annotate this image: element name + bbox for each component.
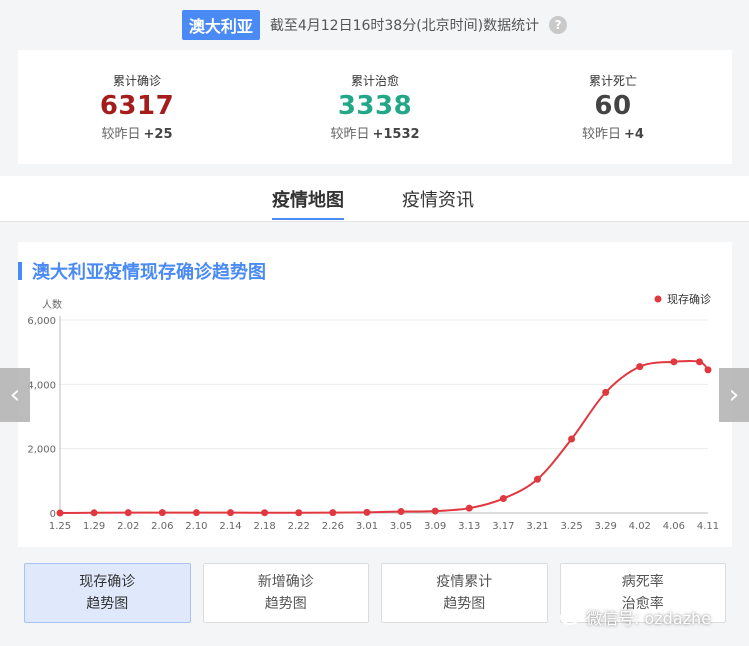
delta-label: 较昨日 [582, 127, 622, 142]
data-point [56, 509, 64, 517]
switch-existing-trend-button[interactable]: 现存确诊 趋势图 [24, 563, 191, 623]
switch-cumulative-trend-button[interactable]: 疫情累计 趋势图 [381, 563, 548, 623]
x-tick-label: 3.29 [595, 521, 617, 532]
data-point [124, 509, 132, 517]
x-tick-label: 2.22 [288, 521, 310, 532]
trend-chart: 0 2,000 4,000 6,000 人数 1.25 1.29 2.02 2.06 2.10 2.… [27, 292, 719, 532]
stat-confirmed: 累计确诊 6317 较昨日 +25 [18, 50, 256, 164]
update-time-text: 截至4月12日16时38分(北京时间)数据统计 [269, 18, 540, 34]
delta-value: +4 [624, 127, 644, 142]
stat-delta: 较昨日 +4 [582, 123, 644, 142]
data-point [329, 509, 337, 517]
x-tick-label: 2.18 [253, 521, 275, 532]
wechat-icon [560, 609, 580, 625]
switch-line1: 疫情累计 [436, 574, 493, 590]
y-tick-label: 0 [50, 509, 56, 520]
trend-chart-panel: 澳大利亚疫情现存确诊趋势图 0 2,000 4,000 6,000 人数 1.25 1.29… [18, 242, 732, 547]
y-tick-label: 6,000 [27, 316, 56, 327]
switch-line2: 趋势图 [86, 596, 129, 612]
data-point [261, 509, 269, 517]
tab-epidemic-map[interactable]: 疫情地图 [272, 186, 344, 220]
y-tick-label: 4,000 [27, 380, 56, 391]
x-tick-label: 4.02 [629, 521, 651, 532]
switch-line1: 现存确诊 [79, 574, 136, 590]
data-point [431, 507, 439, 515]
x-tick-label: 4.11 [697, 521, 719, 532]
stat-value: 60 [594, 91, 632, 121]
country-badge: 澳大利亚 [181, 10, 260, 40]
delta-value: +25 [143, 127, 173, 142]
x-tick-label: 4.06 [663, 521, 685, 532]
stat-delta: 较昨日 +1532 [330, 123, 419, 142]
data-point [465, 504, 473, 512]
x-tick-label: 3.13 [458, 521, 480, 532]
switch-line1: 病死率 [621, 574, 664, 590]
data-point [704, 366, 712, 374]
x-tick-label: 2.06 [151, 521, 173, 532]
legend-marker [654, 295, 662, 303]
switch-line2: 趋势图 [443, 596, 486, 612]
x-tick-label: 2.26 [322, 521, 344, 532]
stat-value: 3338 [337, 91, 413, 121]
data-point [499, 495, 507, 503]
wechat-watermark: 微信号: ozdazhe [560, 605, 711, 629]
x-tick-label: 3.25 [560, 521, 582, 532]
stat-label: 累计治愈 [350, 74, 399, 88]
stat-recovered: 累计治愈 3338 较昨日 +1532 [256, 50, 494, 164]
delta-label: 较昨日 [101, 127, 141, 142]
stat-deaths: 累计死亡 60 较昨日 +4 [494, 50, 732, 164]
x-tick-label: 1.29 [83, 521, 105, 532]
x-tick-label: 3.21 [526, 521, 548, 532]
tab-bar: 疫情地图 疫情资讯 [0, 176, 749, 222]
x-tick-label: 3.09 [424, 521, 446, 532]
x-tick-label: 2.10 [185, 521, 207, 532]
x-tick-label: 2.14 [219, 521, 241, 532]
data-point [636, 363, 644, 371]
chevron-right-icon[interactable]: › [719, 368, 749, 422]
header-bar: 澳大利亚 截至4月12日16时38分(北京时间)数据统计 ? [0, 0, 749, 50]
x-tick-label: 1.25 [49, 521, 71, 532]
data-point [568, 435, 576, 443]
stat-delta: 较昨日 +25 [102, 123, 173, 142]
data-point [295, 509, 303, 517]
stats-card: 累计确诊 6317 较昨日 +25 累计治愈 3338 较昨日 +1532 累计死亡… [18, 50, 732, 164]
data-point [227, 509, 235, 517]
help-icon[interactable]: ? [549, 16, 568, 34]
tab-epidemic-news[interactable]: 疫情资讯 [402, 186, 474, 218]
data-point [90, 509, 98, 517]
x-tick-label: 3.05 [390, 521, 412, 532]
data-point [192, 509, 200, 517]
y-axis-label: 人数 [42, 298, 62, 311]
switch-line1: 新增确诊 [257, 574, 314, 590]
data-point [533, 475, 541, 483]
data-point [158, 509, 166, 517]
data-point [397, 508, 405, 516]
stat-label: 累计死亡 [588, 74, 637, 88]
stat-label: 累计确诊 [112, 74, 161, 88]
delta-value: +1532 [372, 127, 420, 142]
x-tick-label: 3.01 [356, 521, 378, 532]
data-point [602, 388, 610, 396]
x-tick-label: 2.02 [117, 521, 139, 532]
y-tick-label: 2,000 [27, 445, 56, 456]
switch-new-trend-button[interactable]: 新增确诊 趋势图 [202, 563, 369, 623]
chevron-left-icon[interactable]: ‹ [0, 368, 30, 422]
stat-value: 6317 [99, 91, 175, 121]
watermark-text: 微信号: ozdazhe [586, 609, 712, 628]
data-point [670, 358, 678, 366]
series-line [59, 360, 709, 514]
delta-label: 较昨日 [330, 127, 370, 142]
x-tick-label: 3.17 [492, 521, 514, 532]
data-point [363, 508, 371, 516]
legend-label: 现存确诊 [667, 292, 711, 306]
switch-line2: 趋势图 [264, 596, 307, 612]
data-point [695, 358, 703, 366]
